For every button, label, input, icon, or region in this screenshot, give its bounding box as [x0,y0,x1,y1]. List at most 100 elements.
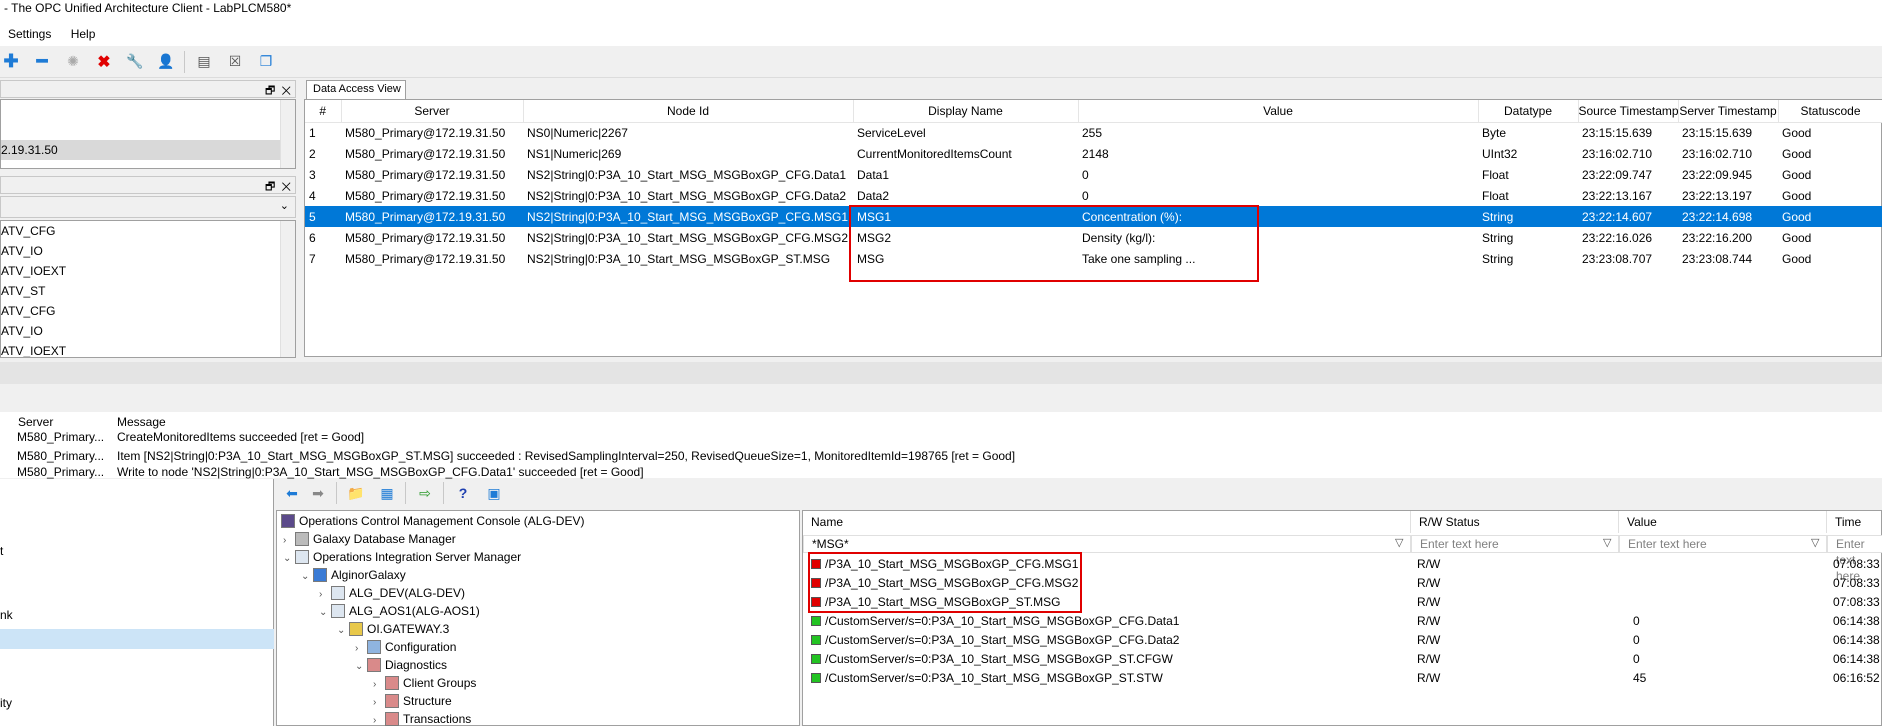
selected-server-item[interactable]: 2.19.31.50 [1,140,281,160]
list-item[interactable]: /CustomServer/s=0:P3A_10_Start_MSG_MSGBo… [803,612,1882,631]
tree-item[interactable]: ATV_ST [1,281,295,301]
tab-data-access-view[interactable]: Data Access View [306,80,406,99]
tree-item-oi-gateway[interactable]: ⌄ OI.GATEWAY.3 [337,620,449,638]
back-arrow-icon[interactable]: ⬅ [281,482,303,504]
tree-item[interactable]: ATV_IOEXT [1,341,295,357]
menu-help[interactable]: Help [63,22,104,43]
close-icon[interactable]: ✕ [281,85,291,97]
col-server[interactable]: Server [341,100,524,123]
col-display-name[interactable]: Display Name [853,100,1079,123]
tree-item[interactable]: ATV_IO [1,241,295,261]
chevron-down-icon[interactable]: ⌄ [283,550,295,568]
col-statuscode[interactable]: Statuscode [1778,100,1882,123]
log-row[interactable]: M580_Primary... CreateMonitoredItems suc… [0,429,1882,445]
folder-icon[interactable]: 📁 [345,482,367,504]
col-datatype[interactable]: Datatype [1478,100,1579,123]
log-col-server[interactable]: Server [18,415,53,429]
left-panel-top-scrollbar[interactable] [280,100,295,168]
delete-doc-icon[interactable]: ☒ [224,51,246,73]
restore-icon[interactable]: 🗗 [265,85,275,97]
table-row[interactable]: 2 M580_Primary@172.19.31.50 NS1|Numeric|26… [305,143,1882,164]
col-value[interactable]: Value [1078,100,1479,123]
item-time: 07:08:33 [1833,557,1880,571]
properties-icon[interactable]: ▣ [483,482,505,504]
table-row[interactable]: 1 M580_Primary@172.19.31.50 NS0|Numeric|22… [305,122,1882,143]
time-filter-input[interactable]: Enter text here [1827,535,1882,583]
item-rw: R/W [1417,671,1441,685]
help-icon[interactable]: ? [452,482,474,504]
tree-item-alg-dev[interactable]: › ALG_DEV(ALG-DEV) [319,584,465,602]
left-panel-tree-scrollbar[interactable] [280,221,295,357]
tree-item-alg-aos1[interactable]: ⌄ ALG_AOS1(ALG-AOS1) [319,602,480,620]
remove-icon[interactable]: ━ [31,51,53,73]
tree-item-console-root[interactable]: Operations Control Management Console (A… [281,512,584,530]
wrench-icon[interactable]: 🔧 [124,51,146,73]
tree-item[interactable]: ATV_CFG [1,301,295,321]
console-left-nav: t nk ity [0,479,274,726]
chevron-down-icon[interactable]: ⌄ [280,199,289,212]
forward-arrow-icon[interactable]: ➡ [307,482,329,504]
tree-item-diagnostics[interactable]: ⌄ Diagnostics [355,656,447,674]
list-item[interactable]: /CustomServer/s=0:P3A_10_Start_MSG_MSGBo… [803,650,1882,669]
chevron-down-icon[interactable]: ⌄ [355,658,367,676]
tree-item[interactable]: ATV_IO [1,321,295,341]
configuration-icon [367,640,381,654]
tree-item-structure[interactable]: › Structure [373,692,452,710]
log-message: Write to node 'NS2|String|0:P3A_10_Start… [117,465,644,479]
list-item[interactable]: /CustomServer/s=0:P3A_10_Start_MSG_MSGBo… [803,631,1882,650]
menu-settings[interactable]: Settings [0,22,59,43]
status-good-icon [811,654,821,664]
disconnect-icon[interactable]: ✖ [93,51,115,73]
restore-icon[interactable]: 🗗 [265,181,275,193]
nav-fragment[interactable]: t [0,544,3,558]
tree-item[interactable]: ATV_CFG [1,221,295,241]
connect-icon[interactable]: ✺ [62,51,84,73]
col-name[interactable]: Name [803,511,1411,533]
export-icon[interactable]: ⇨ [414,482,436,504]
tree-item-ois-manager[interactable]: ⌄ Operations Integration Server Manager [283,548,521,566]
chevron-right-icon[interactable]: › [373,712,385,726]
chevron-down-icon[interactable]: ⌄ [319,604,331,622]
nav-fragment[interactable]: nk [0,608,13,622]
add-icon[interactable]: ✚ [0,51,22,73]
col-time[interactable]: Time [1827,511,1882,533]
list-item[interactable]: /CustomServer/s=0:P3A_10_Start_MSG_MSGBo… [803,669,1882,688]
user-icon[interactable]: 👤 [155,51,177,73]
name-filter-input[interactable]: *MSG* [803,535,1411,553]
left-panel-combo[interactable]: ⌄ [0,196,296,218]
chevron-down-icon[interactable]: ⌄ [301,568,313,586]
filter-icon[interactable]: ▽ [1603,536,1611,549]
tree-item-transactions[interactable]: › Transactions [373,710,471,726]
col-rw-status[interactable]: R/W Status [1411,511,1619,533]
tree-item-galaxy-db[interactable]: › Galaxy Database Manager [283,530,456,548]
log-col-message[interactable]: Message [117,415,166,429]
filter-icon[interactable]: ▽ [1395,536,1403,549]
splitter[interactable] [0,362,1882,384]
value-filter-input[interactable]: Enter text here [1619,535,1827,553]
col-node-id[interactable]: Node Id [523,100,854,123]
window-icon[interactable]: ❐ [255,51,277,73]
table-row[interactable]: 4 M580_Primary@172.19.31.50 NS2|String|0:P… [305,185,1882,206]
filter-icon[interactable]: ▽ [1811,536,1819,549]
tree-item[interactable]: ATV_IOEXT [1,261,295,281]
cell: 5 [305,206,341,227]
nav-fragment[interactable]: ity [0,696,12,710]
log-row[interactable]: M580_Primary... Write to node 'NS2|Strin… [0,464,1882,480]
tree-item-galaxy[interactable]: ⌄ AlginorGalaxy [301,566,406,584]
col-source-timestamp[interactable]: Source Timestamp [1578,100,1679,123]
table-header: # Server Node Id Display Name Value Data… [305,100,1882,123]
col-value[interactable]: Value [1619,511,1827,533]
col-index[interactable]: # [305,100,342,123]
log-row[interactable]: M580_Primary... Item [NS2|String|0:P3A_1… [0,448,1882,464]
tree-item-configuration[interactable]: › Configuration [355,638,456,656]
nav-selected-item[interactable] [0,629,274,649]
rw-filter-input[interactable]: Enter text here [1411,535,1619,553]
chevron-down-icon[interactable]: ⌄ [337,622,349,640]
document-icon[interactable]: ▤ [193,51,215,73]
panel-icon[interactable]: ▦ [376,482,398,504]
table-row[interactable]: 3 M580_Primary@172.19.31.50 NS2|String|0:P… [305,164,1882,185]
cell: String [1482,230,1514,245]
col-server-timestamp[interactable]: Server Timestamp [1678,100,1779,123]
tree-item-client-groups[interactable]: › Client Groups [373,674,476,692]
close-icon[interactable]: ✕ [281,181,291,193]
